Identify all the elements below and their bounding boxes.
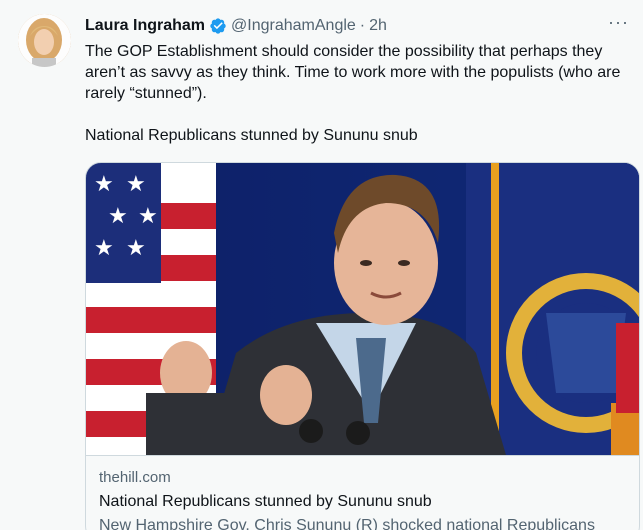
card-photo: ★ ★ ★ ★ ★ ★ — [86, 163, 639, 455]
card-image[interactable]: ★ ★ ★ ★ ★ ★ — [86, 163, 639, 455]
card-title[interactable]: National Republicans stunned by Sununu s… — [99, 491, 626, 512]
avatar[interactable] — [18, 14, 71, 67]
more-horizontal-icon[interactable]: ··· — [608, 12, 629, 33]
tweet-header: Laura Ingraham @IngrahamAngle · 2h — [85, 16, 387, 36]
author-name[interactable]: Laura Ingraham — [85, 17, 205, 35]
svg-text:★: ★ — [126, 172, 146, 197]
tweet[interactable]: Laura Ingraham @IngrahamAngle · 2h ··· T… — [0, 0, 643, 530]
tweet-timestamp[interactable]: 2h — [369, 17, 387, 35]
avatar-image — [18, 14, 71, 67]
verified-badge-icon — [209, 17, 227, 35]
card-description: New Hampshire Gov. Chris Sununu (R) shoc… — [99, 517, 595, 530]
svg-text:★: ★ — [138, 204, 158, 229]
card-domain: thehill.com — [99, 469, 171, 486]
link-card[interactable]: ★ ★ ★ ★ ★ ★ thehill.com National Republi… — [85, 162, 640, 530]
svg-text:★: ★ — [94, 172, 114, 197]
card-meta: thehill.com National Republicans stunned… — [86, 455, 639, 530]
header-separator: · — [359, 17, 366, 34]
tweet-body: The GOP Establishment should consider th… — [85, 41, 640, 146]
svg-text:★: ★ — [126, 236, 146, 261]
svg-text:★: ★ — [94, 236, 114, 261]
author-handle[interactable]: @IngrahamAngle — [231, 17, 356, 35]
svg-text:★: ★ — [108, 204, 128, 229]
tweet-text: The GOP Establishment should consider th… — [85, 43, 621, 144]
